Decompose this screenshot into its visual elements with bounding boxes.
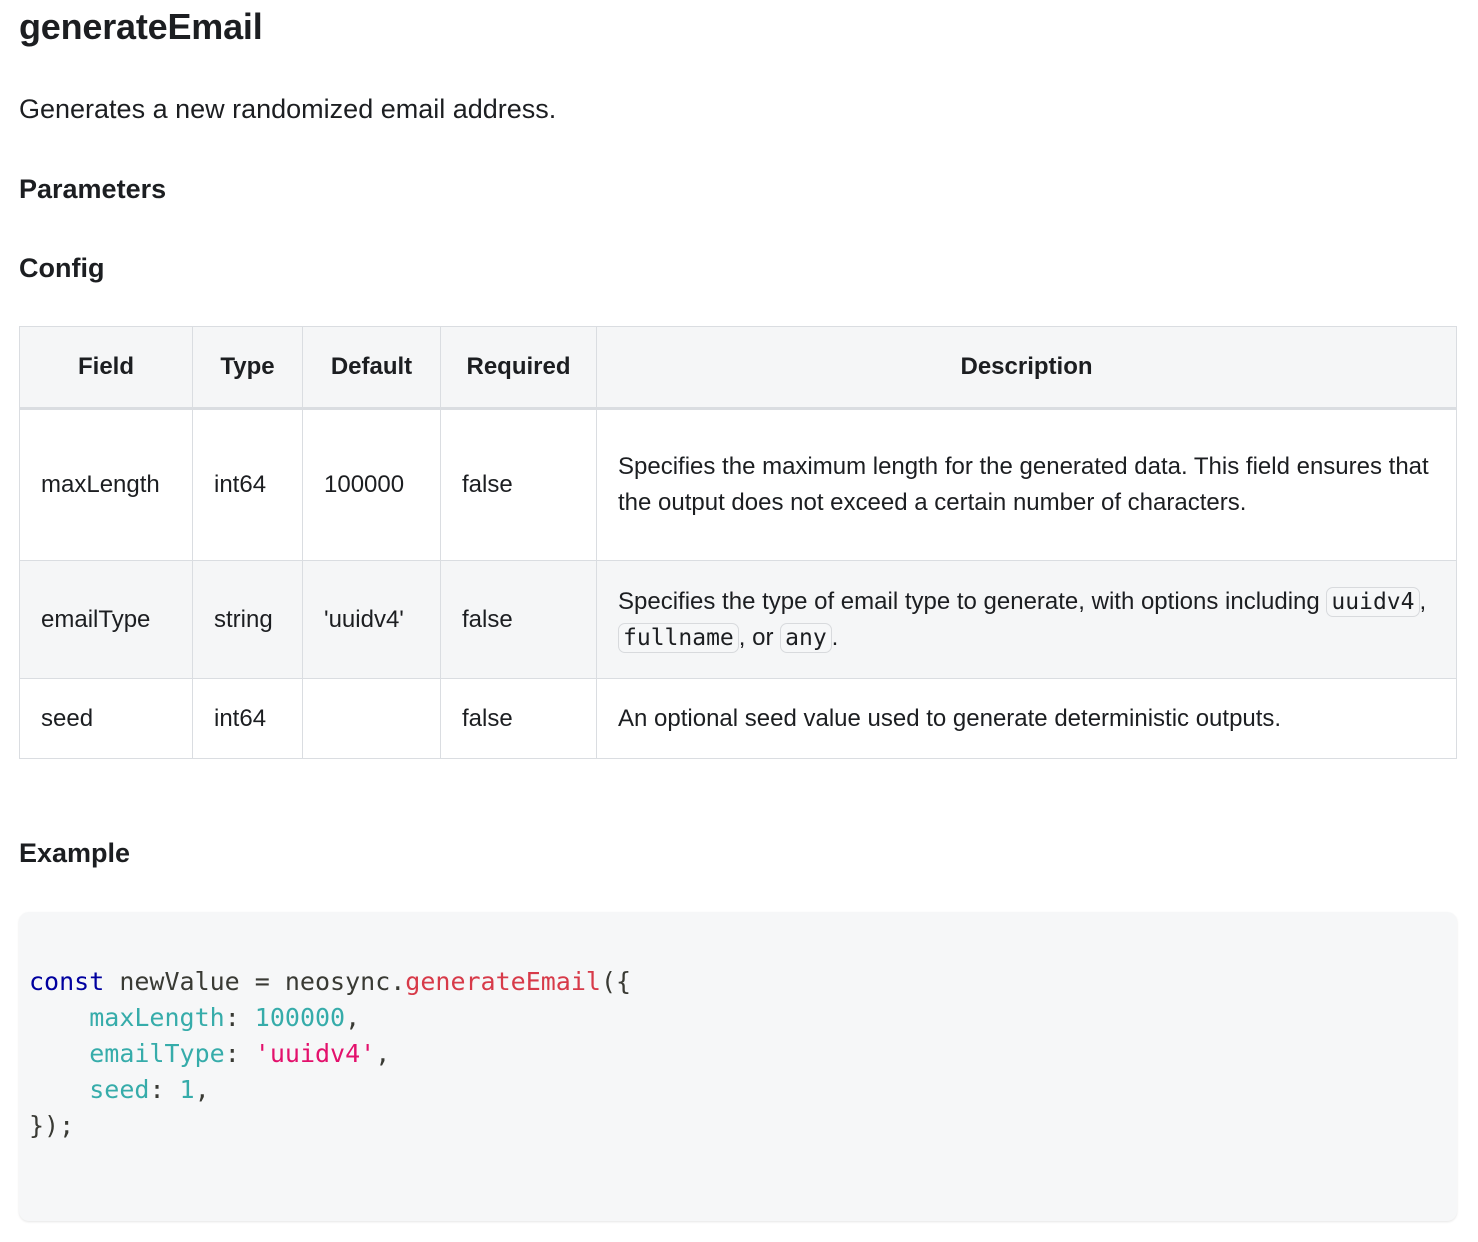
cell-default: 100000 xyxy=(302,408,441,561)
header-type: Type xyxy=(192,326,303,410)
code-number: 1 xyxy=(179,1075,195,1104)
code-colon: : xyxy=(224,1003,255,1032)
code-comma: , xyxy=(375,1039,391,1068)
code-colon: : xyxy=(149,1075,180,1104)
code-punctuation: ({ xyxy=(600,967,632,996)
inline-code-uuidv4: uuidv4 xyxy=(1326,586,1420,617)
page-title: generateEmail xyxy=(19,6,263,47)
cell-required: false xyxy=(440,408,597,561)
code-string: 'uuidv4' xyxy=(254,1039,376,1068)
example-heading: Example xyxy=(19,838,131,868)
header-required: Required xyxy=(440,326,597,410)
code-text: newValue = neosync. xyxy=(104,967,406,996)
table-header-row: Field Type Default Required Description xyxy=(19,326,1457,410)
description-text: Specifies the type of email type to gene… xyxy=(618,587,1327,615)
code-function: generateEmail xyxy=(405,967,601,996)
code-property: emailType xyxy=(89,1039,225,1068)
separator: , or xyxy=(738,623,781,651)
parameters-heading: Parameters xyxy=(19,174,167,204)
code-comma: , xyxy=(194,1075,210,1104)
cell-default: 'uuidv4' xyxy=(302,560,441,679)
code-property: maxLength xyxy=(89,1003,225,1032)
config-heading: Config xyxy=(19,253,105,283)
table-row: emailType string 'uuidv4' false Specifie… xyxy=(19,560,1457,679)
cell-default xyxy=(302,678,441,759)
table-row: seed int64 false An optional seed value … xyxy=(19,678,1457,759)
cell-description: Specifies the maximum length for the gen… xyxy=(596,408,1457,561)
header-description: Description xyxy=(596,326,1457,410)
header-default: Default xyxy=(302,326,441,410)
code-comma: , xyxy=(345,1003,361,1032)
cell-type: int64 xyxy=(192,408,303,561)
code-keyword: const xyxy=(29,967,105,996)
page-description: Generates a new randomized email address… xyxy=(19,94,557,124)
inline-code-fullname: fullname xyxy=(618,622,739,653)
table-row: maxLength int64 100000 false Specifies t… xyxy=(19,408,1457,561)
description-suffix: . xyxy=(831,623,839,651)
cell-type: int64 xyxy=(192,678,303,759)
cell-description: An optional seed value used to generate … xyxy=(596,678,1457,759)
code-punctuation: }); xyxy=(29,1111,75,1140)
cell-required: false xyxy=(440,678,597,759)
separator: , xyxy=(1419,587,1427,615)
code-property: seed xyxy=(89,1075,150,1104)
cell-required: false xyxy=(440,560,597,679)
code-colon: : xyxy=(224,1039,255,1068)
cell-field: emailType xyxy=(19,560,193,679)
cell-field: maxLength xyxy=(19,408,193,561)
cell-description: Specifies the type of email type to gene… xyxy=(596,560,1457,679)
code-content[interactable]: const newValue = neosync.generateEmail({… xyxy=(29,964,631,1144)
header-field: Field xyxy=(19,326,193,410)
config-table: Field Type Default Required Description … xyxy=(19,326,1457,759)
cell-field: seed xyxy=(19,678,193,759)
cell-type: string xyxy=(192,560,303,679)
inline-code-any: any xyxy=(780,622,832,653)
code-number: 100000 xyxy=(254,1003,346,1032)
